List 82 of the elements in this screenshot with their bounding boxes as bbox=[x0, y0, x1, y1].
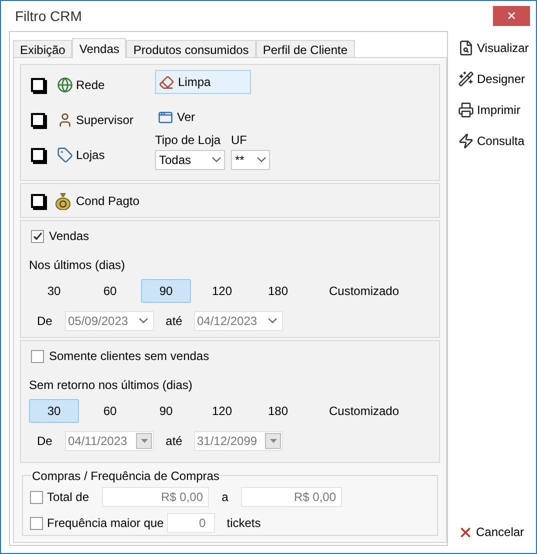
date-field[interactable]: 04/12/2023 bbox=[194, 311, 283, 331]
filter-label: Lojas bbox=[76, 147, 105, 164]
checkbox[interactable] bbox=[30, 516, 43, 530]
period-button[interactable]: 120 bbox=[197, 279, 247, 303]
unit-label: tickets bbox=[226, 515, 261, 532]
uf-select[interactable]: ** bbox=[231, 150, 270, 170]
period-button[interactable]: 180 bbox=[253, 399, 303, 423]
filter-label: Rede bbox=[76, 77, 105, 94]
dropdown-button[interactable] bbox=[136, 433, 152, 449]
person-icon bbox=[57, 112, 73, 128]
window-title: Filtro CRM bbox=[15, 6, 82, 26]
checkbox[interactable] bbox=[31, 230, 44, 242]
checkbox[interactable] bbox=[31, 113, 45, 127]
action-button[interactable]: Imprimir bbox=[454, 99, 530, 120]
number-field[interactable]: 0 bbox=[166, 513, 215, 533]
checkbox[interactable] bbox=[31, 194, 45, 208]
date-label: De bbox=[37, 313, 54, 330]
range-label: a bbox=[220, 489, 230, 506]
triangle-down-icon bbox=[140, 439, 148, 443]
checkbox[interactable] bbox=[31, 78, 45, 92]
section-subtitle: Nos últimos (dias) bbox=[29, 257, 126, 274]
checkbox-label: Total de bbox=[47, 489, 90, 506]
checkbox-label: Somente clientes sem vendas bbox=[49, 348, 210, 365]
ver-button[interactable]: Ver bbox=[155, 105, 196, 129]
action-button[interactable]: Designer bbox=[454, 68, 530, 89]
close-button[interactable]: ✕ bbox=[493, 6, 530, 26]
printer-icon bbox=[458, 102, 474, 118]
globe-icon bbox=[57, 77, 73, 93]
period-button[interactable]: 90 bbox=[141, 279, 191, 303]
date-field[interactable]: 05/09/2023 bbox=[65, 311, 154, 331]
field-label: UF bbox=[231, 132, 248, 149]
date-value: 05/09/2023 bbox=[68, 313, 128, 330]
date-value: 04/11/2023 bbox=[68, 433, 128, 450]
date-field[interactable]: 31/12/2099 bbox=[194, 431, 283, 451]
tab[interactable]: Perfil de Cliente bbox=[256, 40, 355, 57]
period-button[interactable]: 60 bbox=[85, 399, 135, 423]
date-label: De bbox=[37, 433, 54, 450]
checkbox-label: Vendas bbox=[49, 228, 90, 245]
amount-field[interactable]: R$ 0,00 bbox=[102, 487, 209, 507]
tipo-de-loja-select[interactable]: Todas bbox=[155, 150, 225, 170]
cancel-button[interactable]: Cancelar bbox=[454, 521, 530, 543]
date-label: até bbox=[164, 433, 184, 450]
checkbox-label: Frequência maior que bbox=[47, 515, 164, 532]
filter-label: Supervisor bbox=[76, 112, 134, 129]
section-subtitle: Sem retorno nos últimos (dias) bbox=[29, 377, 194, 394]
period-button[interactable]: 60 bbox=[85, 279, 135, 303]
dropdown-button[interactable] bbox=[265, 433, 281, 449]
wand-icon bbox=[458, 70, 474, 86]
window-icon bbox=[158, 110, 173, 124]
period-button[interactable]: 30 bbox=[29, 399, 79, 423]
amount-field[interactable]: R$ 0,00 bbox=[241, 487, 342, 507]
tab[interactable]: Vendas bbox=[72, 38, 126, 58]
filter-label: Cond Pagto bbox=[76, 192, 140, 210]
tag-icon bbox=[57, 147, 73, 163]
date-value: 04/12/2023 bbox=[197, 313, 258, 330]
action-button[interactable]: Consulta bbox=[454, 130, 530, 151]
checkbox[interactable] bbox=[31, 148, 45, 162]
tab[interactable]: Produtos consumidos bbox=[126, 40, 256, 57]
limpa-button[interactable]: Limpa bbox=[155, 70, 251, 94]
date-label: até bbox=[164, 313, 184, 330]
chevron-down-icon bbox=[212, 157, 221, 163]
triangle-down-icon bbox=[270, 439, 276, 443]
eraser-icon bbox=[159, 74, 174, 90]
period-button[interactable]: 90 bbox=[141, 399, 191, 423]
lightning-icon bbox=[458, 132, 474, 148]
period-button[interactable]: 180 bbox=[253, 279, 303, 303]
chevron-down-icon bbox=[257, 157, 266, 163]
period-button[interactable]: Customizado bbox=[309, 279, 419, 303]
tab[interactable]: Exibição bbox=[13, 40, 72, 57]
chevron-down-icon bbox=[139, 318, 148, 324]
period-button[interactable]: 30 bbox=[29, 279, 79, 303]
checkbox[interactable] bbox=[30, 490, 43, 504]
date-value: 31/12/2099 bbox=[197, 433, 258, 450]
period-button[interactable]: 120 bbox=[197, 399, 247, 423]
checkbox[interactable] bbox=[31, 350, 44, 362]
file-search-icon bbox=[458, 40, 474, 56]
chevron-down-icon bbox=[268, 318, 277, 324]
money-bag-icon bbox=[55, 192, 71, 210]
action-button[interactable]: Visualizar bbox=[454, 37, 530, 58]
date-field[interactable]: 04/11/2023 bbox=[65, 431, 154, 451]
field-label: Tipo de Loja bbox=[155, 132, 222, 149]
period-button[interactable]: Customizado bbox=[309, 399, 419, 423]
